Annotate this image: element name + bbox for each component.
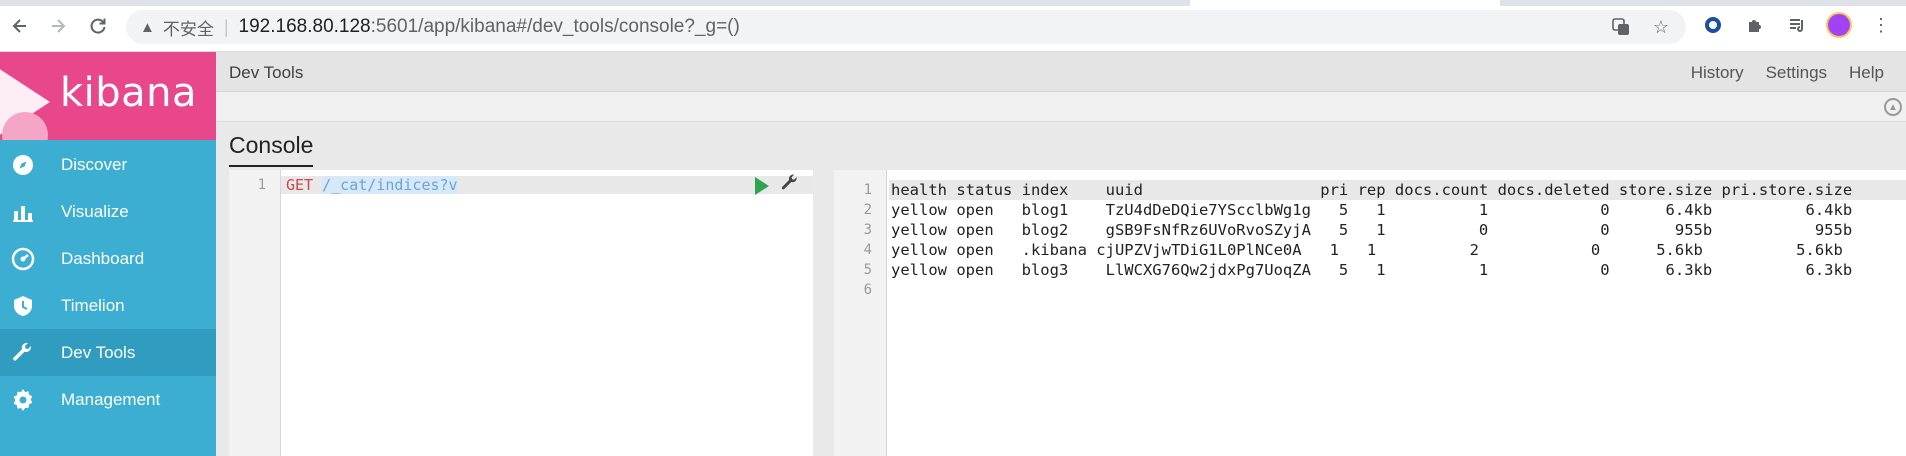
- url-host[interactable]: 192.168.80.128: [239, 16, 371, 38]
- sidebar-item-label: Visualize: [61, 201, 129, 221]
- response-line: health status index uuid pri rep docs.co…: [889, 180, 1906, 200]
- help-link[interactable]: Help: [1849, 63, 1884, 83]
- back-icon[interactable]: [6, 12, 34, 40]
- bar-chart-icon: [10, 199, 36, 225]
- insecure-label[interactable]: 不安全: [163, 15, 214, 40]
- line-number: 1: [257, 177, 266, 193]
- reading-list-icon[interactable]: [1784, 12, 1810, 38]
- line-number: 3: [863, 222, 872, 238]
- console-area: Console 1 GET /_cat/indices?v 1 2 3 4 5 …: [216, 122, 1906, 456]
- response-viewer[interactable]: 1 2 3 4 5 6 health status index uuid pri…: [834, 170, 1906, 456]
- sidebar-item-dev-tools[interactable]: Dev Tools: [0, 329, 216, 376]
- line-number: 1: [863, 182, 872, 198]
- browser-toolbar: ▲ 不安全 | 192.168.80.128:5601/app/kibana#/…: [0, 0, 1906, 52]
- url-path[interactable]: :5601/app/kibana#/dev_tools/console?_g=(…: [371, 16, 740, 38]
- sidebar-item-label: Discover: [61, 154, 128, 174]
- menu-icon[interactable]: ⋮: [1868, 12, 1894, 38]
- request-method: GET: [286, 176, 314, 194]
- sidebar-item-management[interactable]: Management: [0, 376, 216, 423]
- gear-icon: [10, 387, 36, 413]
- line-number: 2: [863, 202, 872, 218]
- sidebar-item-discover[interactable]: Discover: [0, 141, 216, 188]
- sidebar-item-label: Management: [61, 389, 161, 409]
- kibana-logo[interactable]: kibana: [0, 52, 216, 140]
- history-link[interactable]: History: [1691, 63, 1744, 83]
- tab-strip: [0, 0, 1906, 6]
- run-request-button[interactable]: [755, 177, 769, 195]
- sidebar-item-timelion[interactable]: Timelion: [0, 282, 216, 329]
- address-bar[interactable]: ▲ 不安全 | 192.168.80.128:5601/app/kibana#/…: [126, 10, 1686, 44]
- main-content: Dev Tools History Settings Help ▲ Consol…: [216, 52, 1906, 456]
- warning-icon[interactable]: ▲: [140, 19, 155, 36]
- settings-link[interactable]: Settings: [1766, 63, 1827, 83]
- request-line[interactable]: GET /_cat/indices?v: [286, 176, 458, 194]
- avatar[interactable]: [1826, 12, 1852, 38]
- reload-icon[interactable]: [84, 12, 112, 40]
- breadcrumb: Dev Tools: [229, 63, 304, 82]
- translate-icon[interactable]: [1610, 16, 1632, 38]
- page-title: Console: [229, 132, 314, 167]
- sidebar-item-label: Dev Tools: [61, 342, 136, 362]
- sidebar-item-label: Dashboard: [61, 248, 145, 268]
- compass-icon: [10, 152, 36, 178]
- response-line: yellow open blog1 TzU4dDeDQie7YScclbWg1g…: [891, 201, 1853, 219]
- gauge-icon: [10, 246, 36, 272]
- sidebar: kibana Discover Visualize Dashboard Time…: [0, 52, 216, 456]
- omnibox-separator: |: [223, 16, 229, 37]
- request-url: /_cat/indices?v: [322, 176, 458, 194]
- extension-icon[interactable]: [1700, 12, 1726, 38]
- request-options-wrench-icon[interactable]: [780, 173, 800, 198]
- shield-icon: [10, 293, 36, 319]
- puzzle-icon[interactable]: [1742, 12, 1768, 38]
- response-line: yellow open .kibana cjUPZVjwTDiG1L0PlNCe…: [891, 241, 1843, 259]
- line-number: 4: [863, 242, 872, 258]
- sub-toolbar: ▲: [216, 92, 1906, 122]
- bookmark-star-icon[interactable]: ☆: [1650, 16, 1672, 38]
- response-line: yellow open blog2 gSB9FsNfRz6UVoRvoSZyjA…: [891, 221, 1853, 239]
- request-editor[interactable]: 1 GET /_cat/indices?v: [229, 170, 813, 456]
- active-tab[interactable]: [1190, 0, 1500, 6]
- collapse-icon[interactable]: ▲: [1884, 98, 1902, 116]
- logo-text: kibana: [60, 70, 198, 116]
- forward-icon[interactable]: [44, 12, 72, 40]
- top-nav: Dev Tools History Settings Help: [216, 52, 1906, 92]
- wrench-icon: [10, 340, 36, 366]
- line-number: 6: [863, 282, 872, 298]
- line-number: 5: [863, 262, 872, 278]
- response-gutter: 1 2 3 4 5 6: [834, 170, 887, 456]
- sidebar-item-label: Timelion: [61, 295, 125, 315]
- request-gutter: 1: [229, 170, 281, 456]
- sidebar-item-visualize[interactable]: Visualize: [0, 188, 216, 235]
- response-line: [889, 280, 891, 300]
- response-line: yellow open blog3 LlWCXG76Qw2jdxPg7UoqZA…: [891, 261, 1853, 279]
- sidebar-item-dashboard[interactable]: Dashboard: [0, 235, 216, 282]
